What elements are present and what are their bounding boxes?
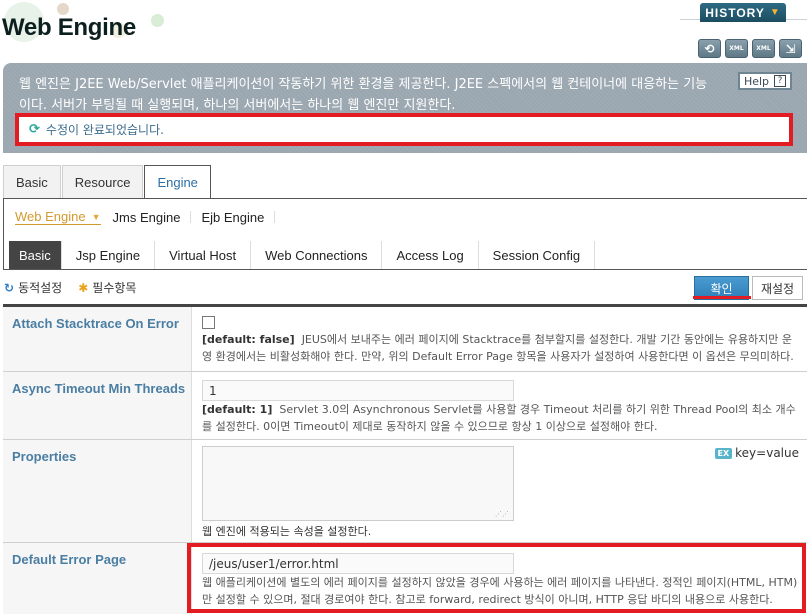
value-cell: [default: false] JEUS에서 보내주는 에러 페이지에 Sta…: [202, 310, 799, 365]
help-button[interactable]: Help ?: [738, 72, 792, 90]
reset-button[interactable]: 재설정: [752, 276, 803, 300]
field-label: Default Error Page: [12, 552, 127, 567]
engine-description: 웹 엔진은 J2EE Web/Servlet 애플리케이션이 작동하기 위한 환…: [19, 77, 708, 113]
nav-web-engine[interactable]: Web Engine ▼: [15, 209, 101, 225]
help-label: Help: [743, 74, 770, 88]
resize-grip-icon[interactable]: ⋰⋰: [495, 511, 509, 518]
dynamic-setting-label: 동적설정: [18, 281, 63, 295]
default-value: [default: 1]: [202, 403, 273, 416]
toolbar: ⟲ XML XML ⇲: [698, 39, 802, 58]
field-description: [default: false] JEUS에서 보내주는 에러 페이지에 Sta…: [202, 331, 799, 365]
highlight-underline: [693, 296, 751, 299]
subtab-web-connections[interactable]: Web Connections: [251, 241, 383, 269]
field-label: Attach Stacktrace On Error: [12, 316, 179, 331]
history-button[interactable]: HISTORY ▼: [700, 3, 786, 22]
engine-nav: Web Engine ▼ Jms Engine Ejb Engine: [3, 198, 807, 235]
example-text: key=value: [735, 446, 799, 460]
nav-ejb-engine[interactable]: Ejb Engine: [201, 210, 264, 225]
label-cell: Properties: [3, 440, 192, 542]
async-timeout-input[interactable]: 1: [202, 380, 514, 401]
refresh-icon: ⟳: [29, 122, 40, 137]
top-tabs: Basic Resource Engine: [3, 165, 212, 199]
nav-web-engine-label: Web Engine: [15, 209, 86, 224]
apply-icon[interactable]: ⇲: [779, 39, 802, 58]
page-title: Web Engine: [2, 14, 136, 41]
tab-engine[interactable]: Engine: [144, 165, 211, 199]
nav-jms-engine[interactable]: Jms Engine: [113, 210, 181, 225]
example-hint: EX key=value: [714, 446, 799, 460]
field-description: 웹 엔진에 적용되는 속성을 설정한다.: [202, 525, 372, 538]
question-icon: ?: [774, 75, 787, 87]
subtab-virtual-host[interactable]: Virtual Host: [155, 241, 252, 269]
label-cell: Default Error Page: [3, 543, 192, 614]
xml-import-icon[interactable]: XML: [752, 39, 775, 58]
info-panel: 웹 엔진은 J2EE Web/Servlet 애플리케이션이 작동하기 위한 환…: [3, 63, 807, 153]
label-cell: Attach Stacktrace On Error: [3, 307, 192, 371]
tab-resource[interactable]: Resource: [61, 165, 144, 198]
default-error-page-input[interactable]: /jeus/user1/error.html: [202, 553, 514, 574]
value-cell: /jeus/user1/error.html 웹 애플리케이션에 별도의 에러 …: [202, 553, 799, 608]
decorative-circle: [151, 14, 164, 27]
form-row-attach-stacktrace: Attach Stacktrace On Error [default: fal…: [3, 307, 807, 372]
description-text: Servlet 3.0의 Asynchronous Servlet를 사용할 경…: [202, 403, 796, 433]
dynamic-setting-icon: ↻: [4, 280, 15, 295]
field-description: 웹 애플리케이션에 별도의 에러 페이지를 설정하지 않았을 경우에 사용하는 …: [202, 576, 798, 606]
divider: [274, 211, 276, 223]
required-label: 필수항목: [92, 281, 137, 295]
properties-textarea[interactable]: ⋰⋰: [202, 446, 514, 521]
subtab-access-log[interactable]: Access Log: [382, 241, 479, 269]
divider: [190, 211, 192, 223]
label-cell: Async Timeout Min Threads: [3, 372, 192, 439]
form-row-async-timeout: Async Timeout Min Threads 1 [default: 1]…: [3, 372, 807, 440]
caret-down-icon: ▼: [91, 211, 101, 222]
example-badge: EX: [714, 447, 733, 459]
legend: ↻ 동적설정 ✱ 필수항목: [4, 279, 136, 296]
attach-stacktrace-checkbox[interactable]: [202, 316, 215, 329]
field-label: Properties: [12, 449, 77, 464]
field-label: Async Timeout Min Threads: [12, 381, 186, 396]
required-icon: ✱: [78, 280, 89, 295]
status-message-text: 수정이 완료되었습니다.: [45, 123, 164, 137]
subtab-jsp-engine[interactable]: Jsp Engine: [62, 241, 156, 269]
status-message: ⟳ 수정이 완료되었습니다.: [15, 113, 793, 146]
chevron-down-icon: ▼: [769, 7, 781, 18]
form-row-properties: Properties ⋰⋰ 웹 엔진에 적용되는 속성을 설정한다. EX ke…: [3, 440, 807, 543]
value-cell: ⋰⋰ 웹 엔진에 적용되는 속성을 설정한다. EX key=value: [202, 446, 799, 540]
xml-export-icon[interactable]: XML: [725, 39, 748, 58]
default-value: [default: false]: [202, 333, 295, 346]
subtab-basic[interactable]: Basic: [9, 241, 62, 269]
value-cell: 1 [default: 1] Servlet 3.0의 Asynchronous…: [202, 380, 799, 435]
tab-basic[interactable]: Basic: [3, 165, 61, 198]
field-description: [default: 1] Servlet 3.0의 Asynchronous S…: [202, 401, 799, 435]
subtab-session-config[interactable]: Session Config: [479, 241, 596, 269]
form-row-default-error-page: Default Error Page /jeus/user1/error.htm…: [3, 543, 807, 614]
reload-icon[interactable]: ⟲: [698, 39, 721, 58]
history-label: HISTORY: [705, 5, 765, 20]
sub-tabs: Basic Jsp Engine Virtual Host Web Connec…: [3, 235, 807, 270]
